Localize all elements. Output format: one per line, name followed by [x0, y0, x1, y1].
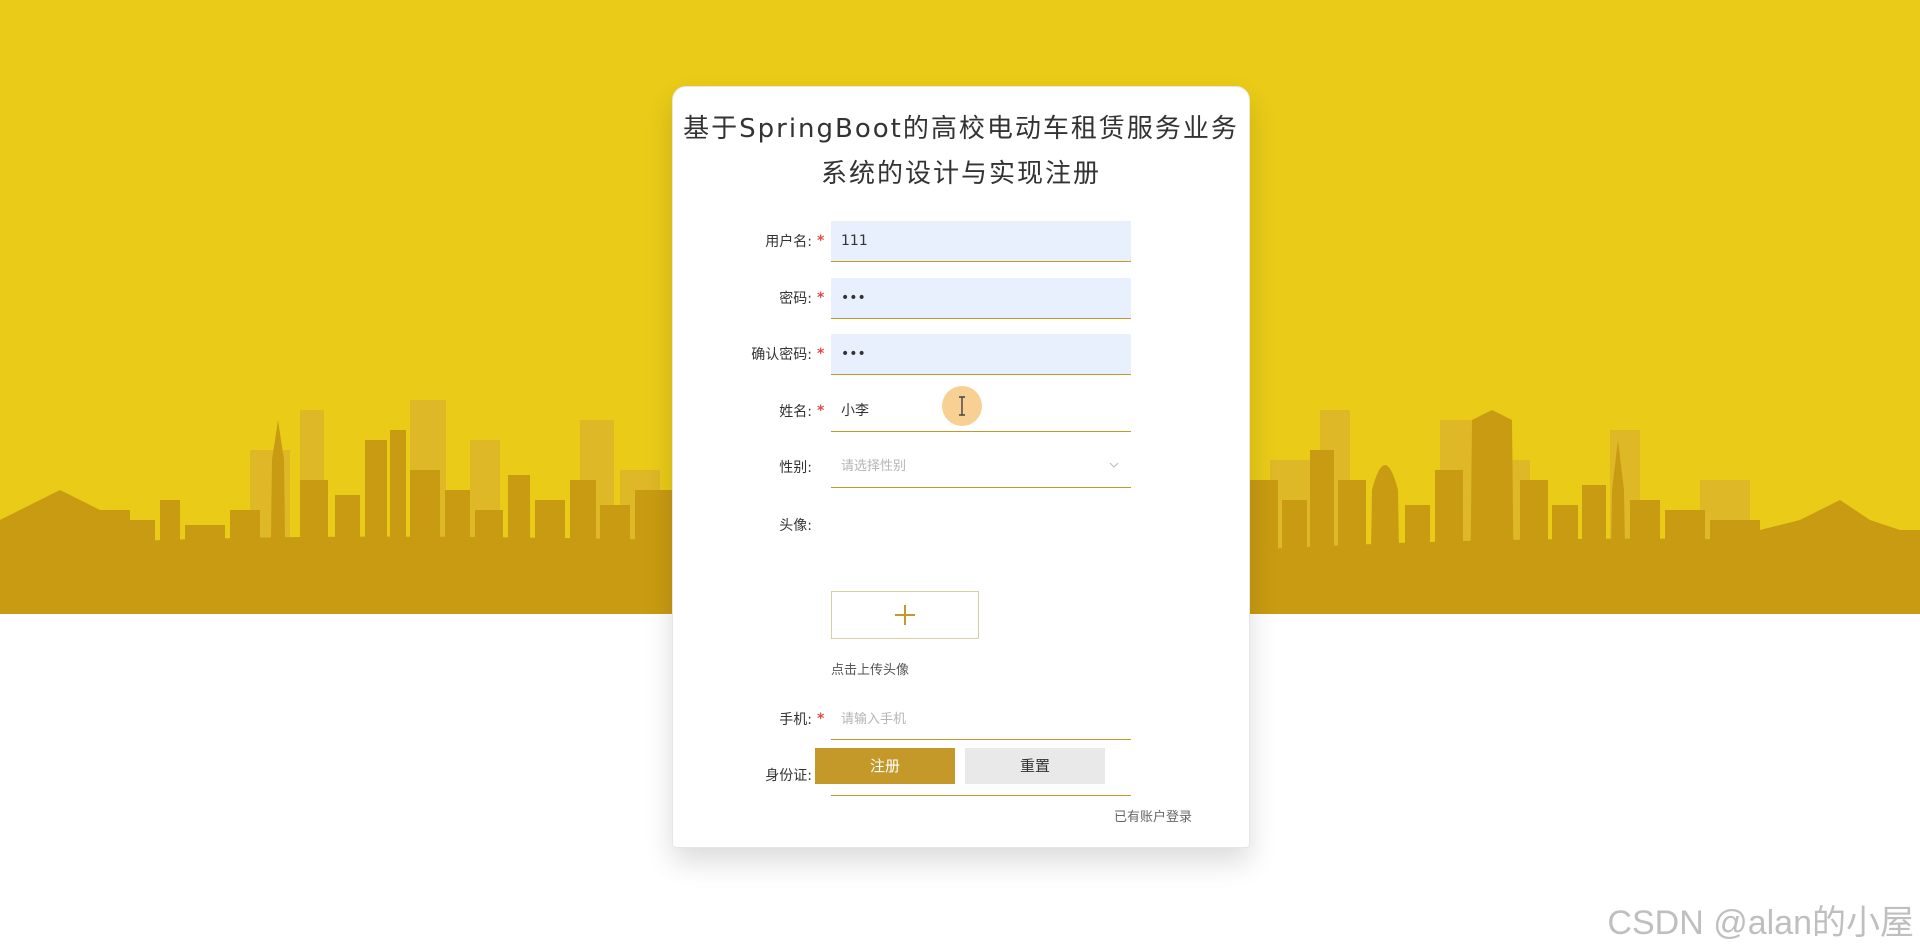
gender-row: 性别: 请选择性别: [673, 447, 1249, 489]
required-mark: *: [817, 346, 825, 362]
register-button[interactable]: 注册: [815, 748, 955, 784]
page: 基于SpringBoot的高校电动车租赁服务业务系统的设计与实现注册 用户名: …: [0, 0, 1920, 948]
password-row: 密码: *: [673, 278, 1249, 320]
name-label: 姓名:: [779, 404, 812, 420]
confirm-password-label: 确认密码:: [751, 347, 812, 363]
page-title: 基于SpringBoot的高校电动车租赁服务业务系统的设计与实现注册: [683, 114, 1239, 189]
id-card-row: 身份证: *: [673, 755, 1249, 797]
password-label: 密码:: [779, 291, 812, 307]
phone-label: 手机:: [779, 712, 812, 728]
gender-placeholder: 请选择性别: [841, 459, 907, 474]
chevron-down-icon: [1109, 462, 1119, 468]
reset-button[interactable]: 重置: [965, 748, 1105, 784]
required-mark: *: [817, 290, 825, 306]
phone-row: 手机: *: [673, 699, 1249, 741]
avatar-upload-tip: 点击上传头像: [831, 663, 910, 678]
login-link[interactable]: 已有账户登录: [1114, 806, 1192, 825]
gender-label: 性别:: [779, 460, 812, 476]
required-mark: *: [817, 403, 825, 419]
username-row: 用户名: *: [673, 221, 1249, 263]
avatar-upload-button[interactable]: [831, 591, 979, 639]
watermark: CSDN @alan的小屋: [1607, 904, 1914, 942]
gender-select[interactable]: 请选择性别: [831, 447, 1131, 488]
username-input[interactable]: [831, 221, 1131, 262]
password-input[interactable]: [831, 278, 1131, 319]
confirm-password-input[interactable]: [831, 334, 1131, 375]
avatar-row: 头像:: [673, 505, 1249, 547]
confirm-password-row: 确认密码: *: [673, 334, 1249, 376]
register-card: 基于SpringBoot的高校电动车租赁服务业务系统的设计与实现注册 用户名: …: [672, 86, 1250, 848]
phone-input[interactable]: [831, 699, 1131, 740]
required-mark: *: [817, 711, 825, 727]
username-label: 用户名:: [765, 234, 812, 250]
required-mark: *: [817, 233, 825, 249]
id-card-label: 身份证:: [765, 768, 812, 784]
text-cursor-icon: [959, 396, 965, 416]
plus-icon: [895, 605, 915, 625]
avatar-label: 头像:: [779, 518, 812, 534]
